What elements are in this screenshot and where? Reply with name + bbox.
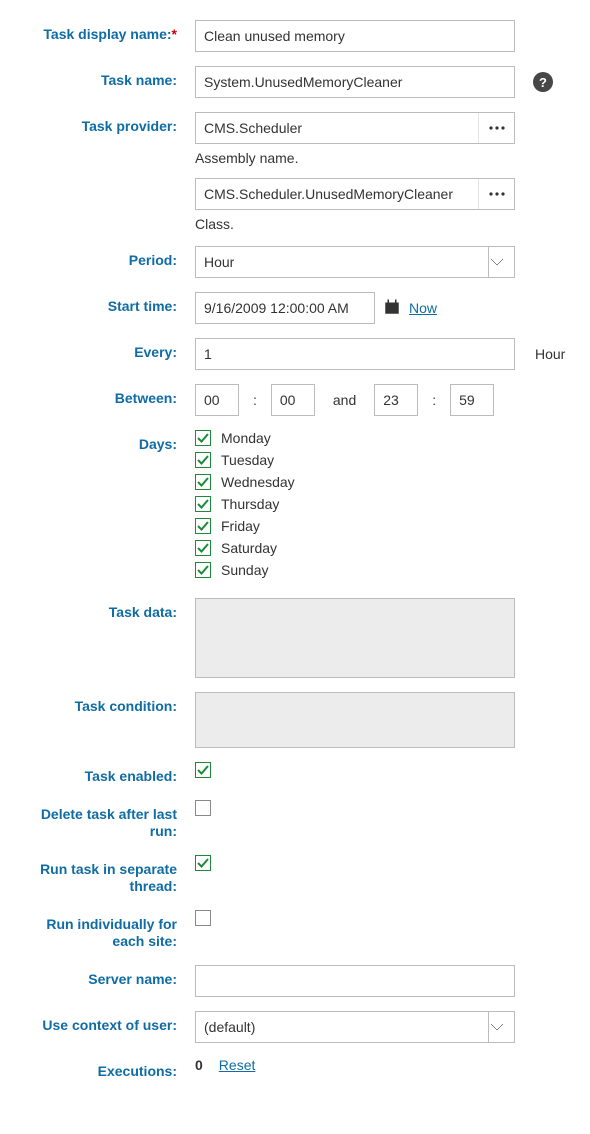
every-unit: Hour: [535, 346, 565, 362]
day-checkbox-saturday[interactable]: [195, 540, 211, 556]
day-label: Saturday: [221, 540, 277, 556]
and-label: and: [333, 392, 356, 408]
label-task-condition: Task condition:: [20, 692, 195, 716]
run-separate-thread-checkbox[interactable]: [195, 855, 211, 871]
day-row: Thursday: [195, 496, 279, 512]
label-run-individually: Run individually for each site:: [20, 910, 195, 951]
label-period: Period:: [20, 246, 195, 270]
day-row: Tuesday: [195, 452, 274, 468]
class-browse-button[interactable]: [478, 179, 514, 209]
day-label: Sunday: [221, 562, 268, 578]
label-server-name: Server name:: [20, 965, 195, 989]
help-icon[interactable]: ?: [533, 72, 553, 92]
delete-after-last-run-checkbox[interactable]: [195, 800, 211, 816]
between-to-hour[interactable]: [374, 384, 418, 416]
label-task-display-name: Task display name:*: [20, 20, 195, 44]
between-from-min[interactable]: [271, 384, 315, 416]
label-delete-after-last-run: Delete task after last run:: [20, 800, 195, 841]
assembly-helper: Assembly name.: [195, 150, 298, 166]
calendar-icon[interactable]: [383, 298, 401, 319]
task-form: Task display name:* Task name: ? Task pr…: [0, 0, 590, 1134]
task-condition-textarea[interactable]: [195, 692, 515, 748]
between-from-hour[interactable]: [195, 384, 239, 416]
label-task-provider: Task provider:: [20, 112, 195, 136]
executions-value: 0: [195, 1057, 203, 1073]
between-to-min[interactable]: [450, 384, 494, 416]
label-task-enabled: Task enabled:: [20, 762, 195, 786]
run-individually-checkbox[interactable]: [195, 910, 211, 926]
day-checkbox-thursday[interactable]: [195, 496, 211, 512]
assembly-picker: [195, 112, 515, 144]
assembly-input[interactable]: [196, 113, 478, 143]
class-helper: Class.: [195, 216, 234, 232]
day-label: Wednesday: [221, 474, 295, 490]
now-link[interactable]: Now: [409, 300, 437, 316]
label-start-time: Start time:: [20, 292, 195, 316]
label-between: Between:: [20, 384, 195, 408]
day-label: Friday: [221, 518, 260, 534]
day-row: Wednesday: [195, 474, 295, 490]
label-task-data: Task data:: [20, 598, 195, 622]
day-label: Tuesday: [221, 452, 274, 468]
day-checkbox-monday[interactable]: [195, 430, 211, 446]
day-checkbox-tuesday[interactable]: [195, 452, 211, 468]
label-every: Every:: [20, 338, 195, 362]
label-use-context-of-user: Use context of user:: [20, 1011, 195, 1035]
day-row: Friday: [195, 518, 260, 534]
task-display-name-input[interactable]: [195, 20, 515, 52]
start-time-input[interactable]: [195, 292, 375, 324]
label-executions: Executions:: [20, 1057, 195, 1081]
day-checkbox-sunday[interactable]: [195, 562, 211, 578]
reset-link[interactable]: Reset: [219, 1057, 256, 1073]
task-enabled-checkbox[interactable]: [195, 762, 211, 778]
class-input[interactable]: [196, 179, 478, 209]
use-context-of-user-select[interactable]: (default): [195, 1011, 515, 1043]
day-label: Monday: [221, 430, 271, 446]
server-name-input[interactable]: [195, 965, 515, 997]
day-label: Thursday: [221, 496, 279, 512]
label-task-name: Task name:: [20, 66, 195, 90]
day-checkbox-friday[interactable]: [195, 518, 211, 534]
assembly-browse-button[interactable]: [478, 113, 514, 143]
day-checkbox-wednesday[interactable]: [195, 474, 211, 490]
task-data-textarea[interactable]: [195, 598, 515, 678]
day-row: Saturday: [195, 540, 277, 556]
required-mark: *: [172, 26, 177, 42]
class-picker: [195, 178, 515, 210]
task-name-input[interactable]: [195, 66, 515, 98]
every-input[interactable]: [195, 338, 515, 370]
label-run-separate-thread: Run task in separate thread:: [20, 855, 195, 896]
day-row: Sunday: [195, 562, 268, 578]
label-days: Days:: [20, 430, 195, 454]
day-row: Monday: [195, 430, 271, 446]
period-select[interactable]: Hour: [195, 246, 515, 278]
